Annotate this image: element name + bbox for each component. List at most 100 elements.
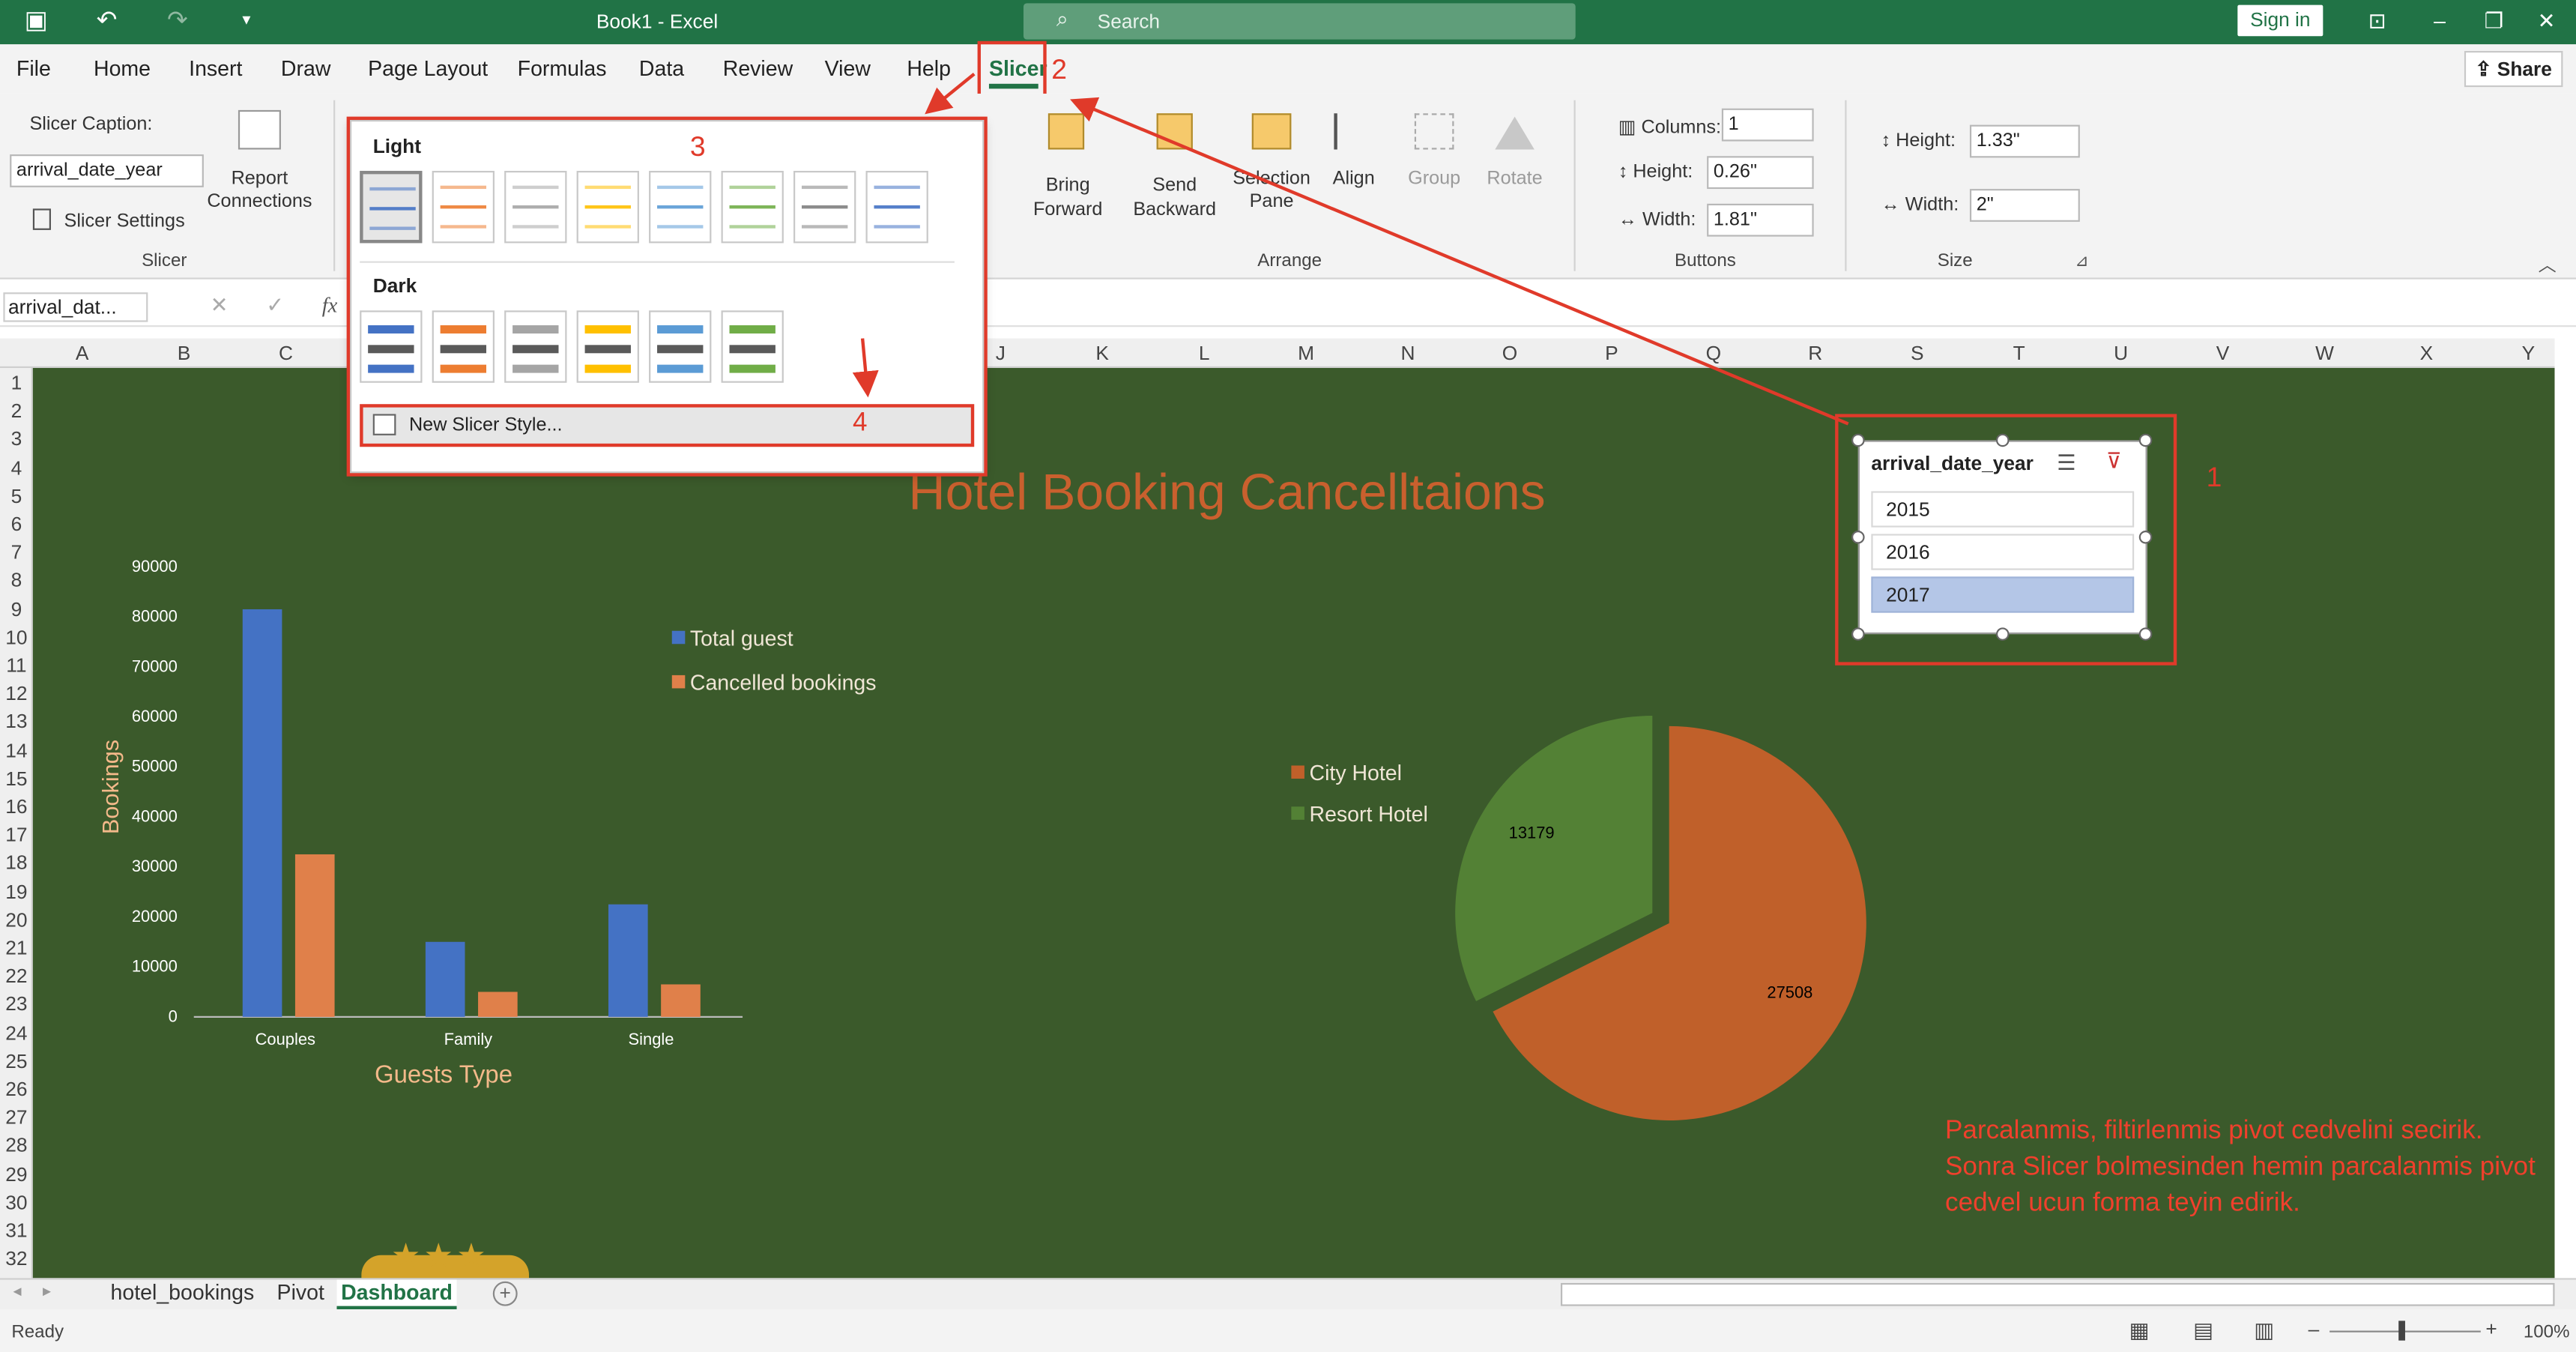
row-header[interactable]: 29 <box>0 1162 33 1186</box>
page-layout-view-icon[interactable]: ▤ <box>2193 1318 2213 1344</box>
row-header[interactable]: 20 <box>0 908 33 932</box>
zoom-slider-thumb[interactable] <box>2398 1321 2405 1341</box>
bar[interactable] <box>425 941 465 1017</box>
slicer-item-2015[interactable]: 2015 <box>1871 491 2135 528</box>
bar-chart[interactable]: 0 10000 20000 30000 40000 50000 60000 70000 8000… <box>33 532 953 1107</box>
tab-file[interactable]: File <box>16 56 51 81</box>
zoom-in-icon[interactable]: + <box>2485 1318 2497 1341</box>
clear-filter-icon[interactable]: ⊽ <box>2106 448 2122 474</box>
row-header[interactable]: 21 <box>0 936 33 959</box>
column-header[interactable]: R <box>1799 342 1832 365</box>
row-header[interactable]: 8 <box>0 569 33 592</box>
cancel-icon[interactable]: ✕ <box>211 292 229 319</box>
bar[interactable] <box>608 904 648 1017</box>
row-header[interactable]: 12 <box>0 682 33 705</box>
row-header[interactable]: 27 <box>0 1106 33 1129</box>
resize-handle[interactable] <box>1996 627 2010 641</box>
row-header[interactable]: 6 <box>0 513 33 536</box>
align-button[interactable]: Align <box>1317 110 1389 225</box>
redo-icon[interactable]: ↷ <box>161 7 194 36</box>
sheet-tab-hotel-bookings[interactable]: hotel_bookings <box>102 1280 263 1309</box>
slicer-settings-button[interactable]: Slicer Settings <box>32 208 185 232</box>
row-header[interactable]: 13 <box>0 710 33 734</box>
horizontal-scrollbar[interactable] <box>1560 1282 2555 1306</box>
row-header[interactable]: 14 <box>0 739 33 762</box>
scroll-tabs-left-icon[interactable]: ◂ <box>13 1283 22 1301</box>
row-header[interactable]: 25 <box>0 1049 33 1072</box>
close-icon[interactable]: ✕ <box>2530 7 2563 36</box>
customize-toolbar-icon[interactable]: ▾ <box>230 7 263 36</box>
row-header[interactable]: 5 <box>0 484 33 507</box>
tab-view[interactable]: View <box>825 56 871 81</box>
group-button[interactable]: Group <box>1398 110 1470 225</box>
row-header[interactable]: 24 <box>0 1021 33 1045</box>
row-header[interactable]: 11 <box>0 654 33 677</box>
row-header[interactable]: 32 <box>0 1247 33 1270</box>
column-header[interactable]: P <box>1595 342 1628 365</box>
size-height-input[interactable]: 1.33" <box>1969 124 2080 158</box>
column-header[interactable]: V <box>2207 342 2240 365</box>
undo-icon[interactable]: ↶ <box>91 7 124 36</box>
ribbon-display-icon[interactable]: ⊡ <box>2361 7 2394 36</box>
selection-pane-button[interactable]: Selection Pane <box>1229 110 1314 225</box>
tab-home[interactable]: Home <box>94 56 151 81</box>
column-header[interactable]: N <box>1391 342 1424 365</box>
columns-input[interactable]: 1 <box>1721 108 1814 142</box>
row-header[interactable]: 31 <box>0 1219 33 1242</box>
row-header[interactable]: 28 <box>0 1134 33 1157</box>
size-dialog-launcher-icon[interactable]: ⊿ <box>2075 253 2088 271</box>
slicer-arrival-date-year[interactable]: arrival_date_year ☰ ⊽ 2015 2016 2017 <box>1851 433 2153 641</box>
minimize-icon[interactable]: – <box>2423 7 2456 36</box>
column-header[interactable]: X <box>2410 342 2443 365</box>
column-header[interactable]: K <box>1086 342 1119 365</box>
resize-handle[interactable] <box>2138 531 2153 544</box>
row-header[interactable]: 7 <box>0 541 33 564</box>
bring-forward-button[interactable]: Bring Forward <box>1022 110 1114 225</box>
row-header[interactable]: 19 <box>0 880 33 903</box>
column-header[interactable]: A <box>66 342 99 365</box>
button-width-input[interactable]: 1.81" <box>1707 203 1814 237</box>
share-button[interactable]: ⇪ Share <box>2464 50 2563 88</box>
bar[interactable] <box>242 609 282 1017</box>
resize-handle[interactable] <box>1996 433 2010 447</box>
row-header[interactable]: 1 <box>0 371 33 394</box>
column-header[interactable]: S <box>1901 342 1934 365</box>
slicer-item-2016[interactable]: 2016 <box>1871 534 2135 570</box>
scroll-tabs-right-icon[interactable]: ▸ <box>43 1283 51 1301</box>
send-backward-button[interactable]: Send Backward <box>1124 110 1226 225</box>
normal-view-icon[interactable]: ▦ <box>2129 1318 2150 1344</box>
insert-function-icon[interactable]: fx <box>322 292 338 319</box>
row-header[interactable]: 22 <box>0 965 33 988</box>
bar[interactable] <box>478 992 518 1017</box>
column-header[interactable]: J <box>984 342 1017 365</box>
collapse-ribbon-icon[interactable]: ︿ <box>2539 251 2557 277</box>
resize-handle[interactable] <box>2138 433 2153 447</box>
tab-insert[interactable]: Insert <box>189 56 242 81</box>
resize-handle[interactable] <box>1851 433 1865 447</box>
tab-help[interactable]: Help <box>907 56 951 81</box>
sheet-tab-dashboard[interactable]: Dashboard <box>336 1279 457 1310</box>
row-header[interactable]: 15 <box>0 767 33 790</box>
row-header[interactable]: 2 <box>0 399 33 423</box>
column-header[interactable]: U <box>2105 342 2138 365</box>
rotate-button[interactable]: Rotate <box>1478 110 1550 225</box>
row-header[interactable]: 3 <box>0 428 33 451</box>
zoom-out-icon[interactable]: – <box>2309 1318 2320 1341</box>
row-header[interactable]: 10 <box>0 626 33 649</box>
row-header[interactable]: 4 <box>0 456 33 479</box>
column-header[interactable]: B <box>168 342 201 365</box>
column-header[interactable]: T <box>2003 342 2036 365</box>
size-width-input[interactable]: 2" <box>1969 189 2080 222</box>
row-header[interactable]: 16 <box>0 795 33 818</box>
column-header[interactable]: O <box>1493 342 1526 365</box>
tab-formulas[interactable]: Formulas <box>518 56 607 81</box>
tab-draw[interactable]: Draw <box>281 56 331 81</box>
button-height-input[interactable]: 0.26" <box>1707 156 1814 190</box>
pie-chart[interactable]: 27508 13179 City Hotel Resort Hotel <box>1248 696 1938 1156</box>
search-input[interactable]: ⌕ Search <box>1023 3 1576 40</box>
name-box[interactable]: arrival_dat... <box>3 292 148 322</box>
row-header[interactable]: 23 <box>0 993 33 1016</box>
column-header[interactable]: Q <box>1697 342 1730 365</box>
slicer-caption-input[interactable]: arrival_date_year <box>10 154 204 187</box>
resize-handle[interactable] <box>2138 627 2153 641</box>
